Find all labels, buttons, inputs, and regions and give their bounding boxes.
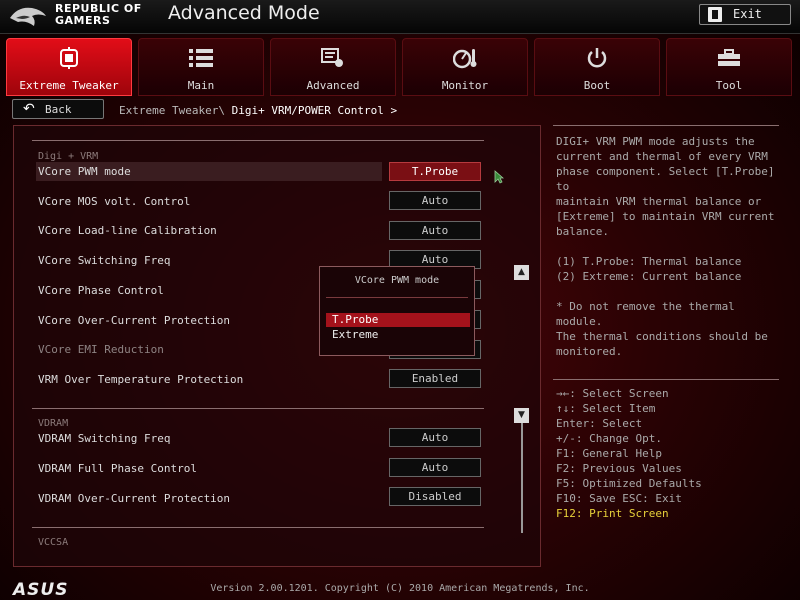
tab-label: Boot (583, 79, 611, 92)
divider (553, 379, 779, 380)
tab-boot[interactable]: Boot (534, 38, 660, 96)
help-description: DIGI+ VRM PWM mode adjusts the current a… (556, 135, 775, 358)
main-tabs: Extreme Tweaker Main Advanced Monitor Bo… (0, 38, 800, 96)
key-hint: F1: General Help (556, 447, 662, 460)
divider (32, 408, 484, 409)
key-hint-print-screen[interactable]: F12: Print Screen (556, 506, 702, 521)
setting-label[interactable]: VDRAM Over-Current Protection (38, 492, 230, 505)
list-icon (188, 47, 214, 69)
setting-label[interactable]: VCore Load-line Calibration (38, 224, 217, 237)
scroll-down-arrow-icon[interactable]: ▼ (514, 408, 529, 423)
tab-label: Extreme Tweaker (19, 79, 119, 92)
popup-option-tprobe[interactable]: T.Probe (326, 313, 470, 327)
scrollbar-track[interactable] (521, 413, 523, 533)
divider (32, 140, 484, 141)
toolbox-icon (716, 47, 742, 69)
setting-label[interactable]: VCore EMI Reduction (38, 343, 164, 356)
setting-label[interactable]: VCore Switching Freq (38, 254, 170, 267)
brand-line-2: GAMERS (55, 14, 111, 27)
vrm-otp-select[interactable]: Enabled (389, 369, 481, 388)
page-title: Advanced Mode (168, 2, 320, 24)
vcore-llc-select[interactable]: Auto (389, 221, 481, 240)
monitor-gauge-icon (452, 47, 478, 69)
top-bar: REPUBLIC OF GAMERS Advanced Mode Exit (0, 0, 800, 34)
exit-door-icon (708, 7, 722, 22)
section-vccsa: VCCSA (38, 537, 69, 548)
key-legend: →←: Select Screen ↑↓: Select Item Enter:… (556, 386, 702, 521)
rog-brand: REPUBLIC OF GAMERS (55, 3, 142, 27)
tab-monitor[interactable]: Monitor (402, 38, 528, 96)
setting-label[interactable]: VRM Over Temperature Protection (38, 373, 243, 386)
exit-button[interactable]: Exit (699, 4, 791, 25)
back-label: Back (45, 103, 72, 116)
setting-label[interactable]: VDRAM Full Phase Control (38, 462, 197, 475)
key-hint: →←: Select Screen (556, 387, 669, 400)
rog-eye-logo-icon (10, 7, 46, 26)
section-digi-vrm: Digi + VRM (38, 151, 99, 162)
mouse-cursor-icon (494, 170, 504, 184)
vdram-switching-freq-select[interactable]: Auto (389, 428, 481, 447)
popup-option-extreme[interactable]: Extreme (326, 328, 470, 342)
chip-icon (56, 47, 82, 69)
tab-main[interactable]: Main (138, 38, 264, 96)
tab-label: Tool (715, 79, 743, 92)
key-hint: Enter: Select (556, 417, 643, 430)
version-text: Version 2.00.1201. Copyright (C) 2010 Am… (210, 583, 590, 594)
divider (553, 125, 779, 126)
tab-label: Monitor (441, 79, 489, 92)
tab-label: Advanced (306, 79, 360, 92)
tab-advanced[interactable]: Advanced (270, 38, 396, 96)
pwm-mode-popup: VCore PWM mode T.Probe Extreme (319, 266, 475, 356)
setting-label[interactable]: VCore Over-Current Protection (38, 314, 230, 327)
vcore-pwm-mode-select[interactable]: T.Probe (389, 162, 481, 181)
setting-label[interactable]: VCore Phase Control (38, 284, 164, 297)
back-button[interactable]: ↶ Back (12, 99, 104, 119)
vdram-ocp-select[interactable]: Disabled (389, 487, 481, 506)
back-arrow-icon: ↶ (23, 101, 35, 117)
divider (32, 527, 484, 528)
advanced-icon (320, 47, 346, 69)
key-hint: F5: Optimized Defaults (556, 477, 702, 490)
breadcrumb-current: Digi+ VRM/POWER Control > (231, 104, 398, 117)
tab-label: Main (187, 79, 215, 92)
tab-extreme-tweaker[interactable]: Extreme Tweaker (6, 38, 132, 96)
breadcrumb-parent[interactable]: Extreme Tweaker\ (119, 104, 225, 117)
key-hint: F2: Previous Values (556, 462, 682, 475)
breadcrumb: Extreme Tweaker\ Digi+ VRM/POWER Control… (119, 104, 397, 117)
section-vdram: VDRAM (38, 418, 69, 429)
scroll-up-arrow-icon[interactable]: ▲ (514, 265, 529, 280)
setting-label[interactable]: VDRAM Switching Freq (38, 432, 170, 445)
exit-label: Exit (733, 7, 762, 21)
setting-label[interactable]: VCore MOS volt. Control (38, 195, 190, 208)
vcore-mos-volt-select[interactable]: Auto (389, 191, 481, 210)
key-hint: F10: Save ESC: Exit (556, 492, 682, 505)
vdram-full-phase-select[interactable]: Auto (389, 458, 481, 477)
setting-label[interactable]: VCore PWM mode (38, 165, 131, 178)
tab-tool[interactable]: Tool (666, 38, 792, 96)
key-hint: +/-: Change Opt. (556, 432, 662, 445)
power-icon (584, 47, 610, 69)
key-hint: ↑↓: Select Item (556, 402, 656, 415)
popup-title: VCore PWM mode (354, 275, 440, 286)
popup-divider (326, 297, 468, 298)
help-panel: DIGI+ VRM PWM mode adjusts the current a… (553, 125, 786, 567)
